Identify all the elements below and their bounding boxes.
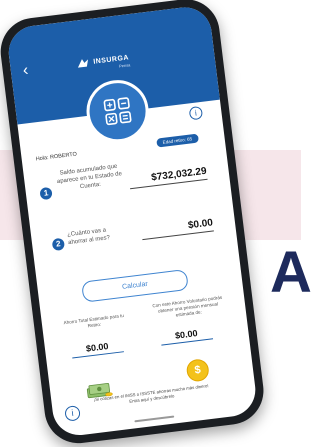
step-1-badge: 1 [39, 186, 53, 201]
info-bottom-icon[interactable]: i [64, 405, 81, 422]
phone-screen: ‹ INSURGA Pensa i Hola: ROBERTO Edad ret… [5, 4, 259, 439]
saldo-amount-field[interactable]: $732,032.29 [128, 165, 208, 190]
monthly-pension-value: $0.00 [159, 326, 214, 346]
step-2-label: ¿Cuánto vas a ahorrar al mes? [66, 227, 111, 247]
brand-mark-icon [76, 57, 90, 70]
back-arrow-icon[interactable]: ‹ [22, 62, 29, 80]
age-badge: Edad retiro: 65 [156, 133, 199, 148]
greeting: Hola: ROBERTO [35, 151, 78, 163]
total-savings-label: Ahorro Total Estimado para tu Retiro: [63, 312, 125, 329]
step-1-label: Saldo acumulado que aparece en tu Estado… [56, 163, 123, 191]
calculate-button[interactable]: Calcular [81, 268, 189, 303]
monthly-savings-field[interactable]: $0.00 [140, 217, 214, 241]
calculator-icon [83, 76, 153, 146]
coin-icon: $ [185, 358, 210, 383]
home-indicator [134, 415, 175, 423]
brand-sub: Pensa [118, 62, 131, 69]
monthly-pension-label: Con este Ahorro Voluntario podrás obtene… [152, 294, 223, 318]
scene: ‹ INSURGA Pensa i Hola: ROBERTO Edad ret… [0, 0, 301, 447]
total-savings-value: $0.00 [70, 339, 124, 359]
info-icon[interactable]: i [188, 105, 204, 121]
step-2-badge: 2 [51, 237, 66, 252]
phone-frame: ‹ INSURGA Pensa i Hola: ROBERTO Edad ret… [0, 0, 268, 447]
